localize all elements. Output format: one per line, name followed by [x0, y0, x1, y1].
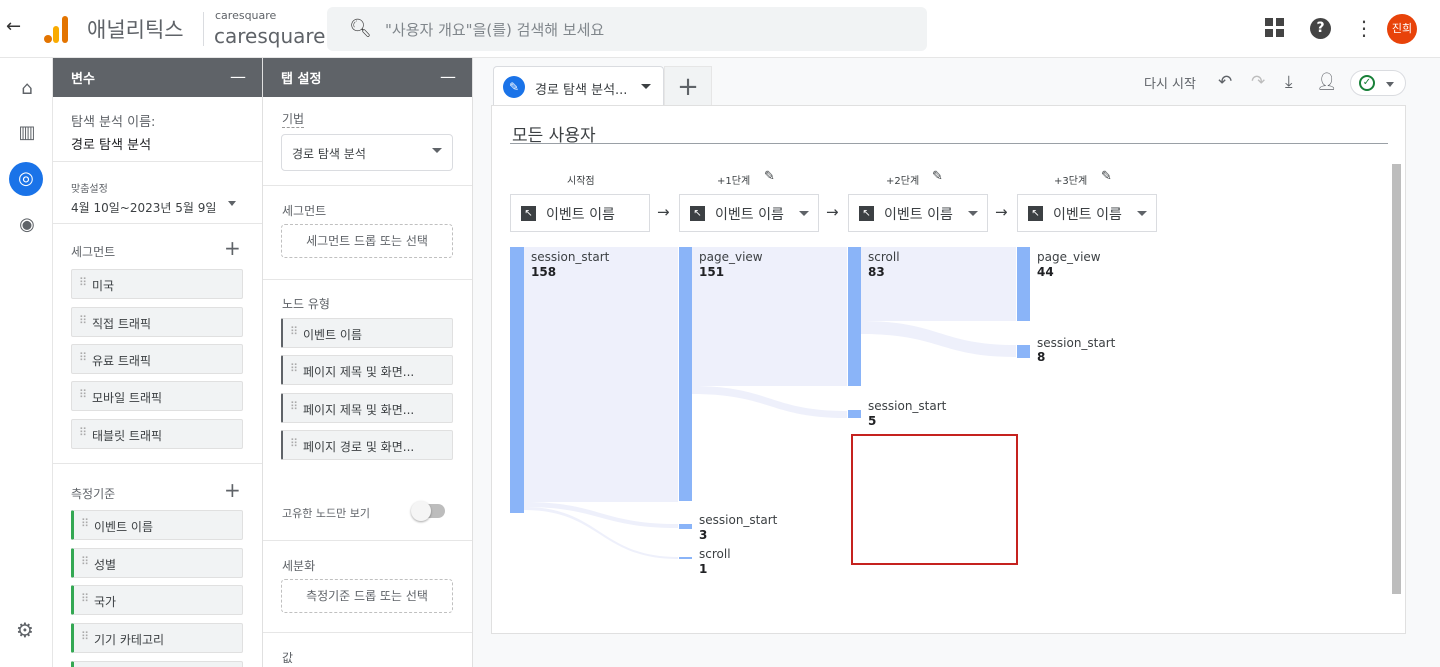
node-name[interactable]: scroll: [868, 250, 900, 264]
node-name[interactable]: page_view: [699, 250, 763, 264]
flow-pageview-to-session: [692, 386, 847, 418]
node-bar-session-start-1: [679, 524, 692, 529]
node-name[interactable]: session_start: [531, 250, 609, 264]
node-bar-page-view-1: [679, 247, 692, 501]
node-bar-session-start: [510, 247, 524, 513]
node-bar-scroll-1: [679, 557, 692, 559]
node-name[interactable]: page_view: [1037, 250, 1101, 264]
node-name[interactable]: session_start: [699, 513, 777, 527]
node-value: 83: [868, 265, 885, 279]
highlight-box: [851, 434, 1018, 565]
node-bar-page-view-3: [1017, 247, 1030, 321]
flow-scroll-to-session: [861, 321, 1016, 357]
node-value: 1: [699, 562, 708, 576]
node-value: 44: [1037, 265, 1054, 279]
node-value: 5: [868, 414, 877, 428]
path-flow-diagram: [510, 247, 1030, 559]
node-bar-session-start-3: [1017, 345, 1030, 358]
node-value: 151: [699, 265, 725, 279]
node-bar-scroll-2: [848, 247, 861, 386]
node-value: 8: [1037, 350, 1046, 364]
node-name[interactable]: session_start: [868, 399, 946, 413]
node-bar-session-start-2: [848, 410, 861, 418]
flow-start-to-pageview: [524, 247, 678, 502]
node-value: 158: [531, 265, 557, 279]
node-name[interactable]: session_start: [1037, 336, 1115, 350]
flow-start-to-session: [524, 502, 678, 528]
node-value: 3: [699, 528, 708, 542]
node-name[interactable]: scroll: [699, 547, 731, 561]
